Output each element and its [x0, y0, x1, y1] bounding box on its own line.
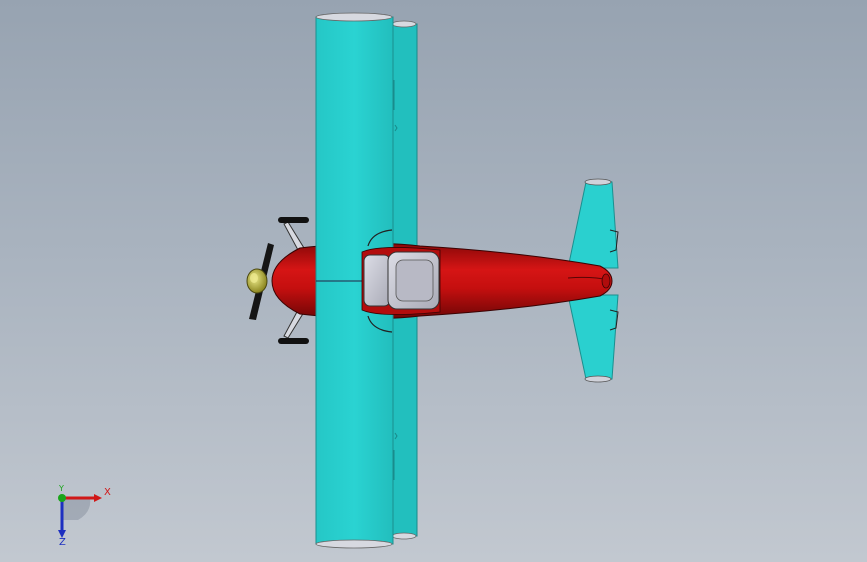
graphics-viewport[interactable]: X Y Z	[0, 0, 867, 562]
wheel-left	[278, 217, 309, 223]
y-axis-label: Y	[59, 484, 64, 493]
propeller	[246, 243, 274, 320]
y-axis-dot	[58, 494, 66, 502]
x-axis-label: X	[104, 487, 111, 498]
orientation-triad[interactable]: X Y Z	[48, 482, 118, 552]
rear-seat	[363, 254, 391, 307]
z-axis-label: Z	[59, 537, 66, 548]
airplane-model-view[interactable]	[0, 0, 867, 562]
wheel-right	[278, 338, 309, 344]
